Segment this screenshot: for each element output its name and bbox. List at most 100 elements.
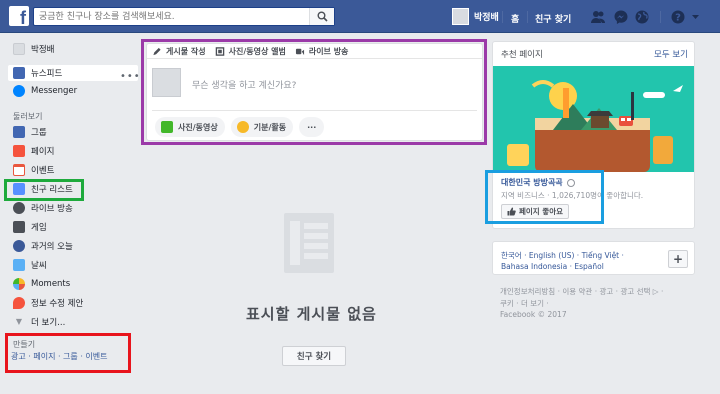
avatar (152, 68, 181, 97)
divider (502, 11, 503, 23)
sidebar-item-pages[interactable]: 페이지 (13, 143, 54, 159)
more-options-button[interactable]: ··· (299, 117, 325, 137)
photo-video-button[interactable]: 사진/동영상 (155, 117, 225, 137)
account-menu-caret-icon[interactable] (691, 9, 700, 25)
feeling-activity-button[interactable]: 기분/활동 (230, 117, 294, 137)
sidebar-item-groups[interactable]: 그룹 (13, 124, 47, 140)
create-section-title: 만들기 (13, 340, 36, 349)
tab-live-video[interactable]: 라이브 방송 (295, 46, 349, 57)
avatar (452, 8, 469, 25)
sidebar-item-messenger[interactable]: Messenger (13, 83, 77, 99)
tab-create-post[interactable]: 게시물 작성 (152, 46, 206, 57)
sidebar-item-on-this-day[interactable]: 과거의 오늘 (13, 238, 73, 254)
composer-actions: 사진/동영상 기분/활동 ··· (155, 117, 330, 137)
sidebar-item-label: 정보 수정 제안 (31, 299, 84, 309)
tab-photo-video-album[interactable]: 사진/동영상 앨범 (215, 46, 286, 57)
search-box[interactable] (33, 7, 335, 26)
sidebar-item-live[interactable]: 라이브 방송 (13, 200, 73, 216)
notifications-globe-icon[interactable] (634, 9, 650, 25)
see-all-link[interactable]: 모두 보기 (654, 48, 688, 60)
find-friends-link[interactable]: 친구 찾기 (535, 12, 571, 25)
footer-links-line-2[interactable]: 쿠키 · 더 보기 · (500, 298, 549, 309)
sidebar-item-games[interactable]: 게임 (13, 219, 47, 235)
find-friends-button[interactable]: 친구 찾기 (282, 346, 346, 366)
verified-badge-icon (567, 178, 576, 187)
page-meta: 지역 비즈니스 · 1,026,710명이 좋아합니다. (501, 191, 644, 200)
tab-label: 라이브 방송 (308, 46, 349, 56)
sidebar-item-label: 친구 리스트 (31, 185, 73, 195)
svg-text:?: ? (675, 13, 681, 24)
search-button[interactable] (309, 8, 334, 25)
sidebar-item-friend-lists[interactable]: 친구 리스트 (13, 181, 73, 197)
pages-icon (13, 145, 25, 157)
weather-icon (13, 259, 25, 271)
sidebar-item-label: 날씨 (31, 261, 47, 271)
sidebar-item-see-more[interactable]: ▼ 더 보기... (13, 314, 65, 330)
sidebar-item-label: 게임 (31, 223, 47, 233)
friend-list-icon (13, 183, 25, 195)
pill-label: 사진/동영상 (178, 122, 218, 132)
search-icon (317, 11, 328, 22)
events-icon (13, 164, 25, 176)
top-bar: f 박정배 홈 친구 찾기 ? (0, 0, 720, 33)
divider (152, 110, 477, 111)
newsfeed-icon (13, 67, 25, 79)
search-input[interactable] (34, 8, 304, 25)
topbar-profile-link[interactable]: 박정배 (452, 8, 499, 25)
sidebar-item-label: 뉴스피드 (31, 69, 63, 79)
empty-feed-message: 표시할 게시물 없음 (246, 305, 377, 323)
like-button-label: 페이지 좋아요 (519, 207, 564, 216)
quick-help-icon[interactable]: ? (670, 9, 686, 25)
suggest-edits-icon (13, 297, 25, 309)
create-links[interactable]: 광고 · 페이지 · 그룹 · 이벤트 (11, 351, 108, 362)
footer-links-line-1[interactable]: 개인정보처리방침 · 이용 약관 · 광고 · 광고 선택 ▷ · (500, 286, 663, 297)
sidebar-item-label: 더 보기... (31, 318, 66, 328)
empty-feed-icon (284, 213, 334, 273)
sidebar-profile-name: 박정배 (31, 45, 55, 55)
sidebar-item-label: Moments (31, 279, 71, 289)
sidebar-item-newsfeed[interactable]: 뉴스피드 (13, 65, 62, 81)
sidebar-item-label: 그룹 (31, 128, 47, 138)
tab-label: 사진/동영상 앨범 (228, 46, 286, 56)
topbar-user-name: 박정배 (474, 13, 499, 23)
language-selector-card: 한국어 · English (US) · Tiếng Việt · Bahasa… (492, 241, 695, 275)
games-icon (13, 221, 25, 233)
facebook-logo-icon[interactable]: f (9, 6, 29, 26)
live-icon (13, 202, 25, 214)
composer-input[interactable]: 무슨 생각을 하고 계신가요? (192, 78, 296, 91)
page-cover-image[interactable] (493, 66, 694, 172)
sidebar-item-moments[interactable]: Moments (13, 276, 70, 292)
smiley-icon (236, 121, 249, 133)
explore-section-title: 둘러보기 (13, 112, 43, 121)
add-language-button[interactable]: + (668, 250, 688, 268)
divider (660, 11, 661, 23)
photo-icon (161, 121, 173, 133)
language-links-line-1[interactable]: 한국어 · English (US) · Tiếng Việt · (501, 250, 624, 261)
sidebar-item-weather[interactable]: 날씨 (13, 257, 47, 273)
divider (527, 11, 528, 23)
recommended-page-name[interactable]: 대한민국 방방곡곡 (501, 177, 576, 188)
home-link[interactable]: 홈 (511, 12, 519, 25)
friend-requests-icon[interactable] (590, 9, 606, 25)
sidebar-item-label: Messenger (31, 86, 78, 96)
sidebar-item-label: 이벤트 (31, 166, 55, 176)
newsfeed-options-icon[interactable]: ••• (120, 71, 141, 82)
album-icon (215, 46, 224, 56)
travel-suitcase-illustration-icon (493, 66, 694, 172)
composer-tabs: 게시물 작성 사진/동영상 앨범 라이브 방송 (147, 44, 482, 59)
more-icon: ··· (307, 122, 317, 132)
sidebar-item-label: 페이지 (31, 147, 55, 157)
like-page-button[interactable]: 페이지 좋아요 (501, 204, 570, 219)
sidebar-item-label: 과거의 오늘 (31, 242, 73, 252)
recommended-pages-title: 추천 페이지 (501, 50, 543, 60)
messages-icon[interactable] (613, 9, 629, 25)
sidebar-profile-link[interactable]: 박정배 (13, 41, 54, 57)
composer-body[interactable]: 무슨 생각을 하고 계신가요? (152, 68, 477, 102)
language-links-line-2[interactable]: Bahasa Indonesia · Español (501, 262, 604, 271)
messenger-icon (13, 85, 25, 97)
sidebar-item-suggest-edits[interactable]: 정보 수정 제안 (13, 295, 83, 311)
sidebar-item-events[interactable]: 이벤트 (13, 162, 54, 178)
groups-icon (13, 126, 25, 138)
tab-label: 게시물 작성 (166, 46, 206, 56)
post-composer: 게시물 작성 사진/동영상 앨범 라이브 방송 무슨 생각을 하고 계신가요? … (146, 43, 483, 141)
